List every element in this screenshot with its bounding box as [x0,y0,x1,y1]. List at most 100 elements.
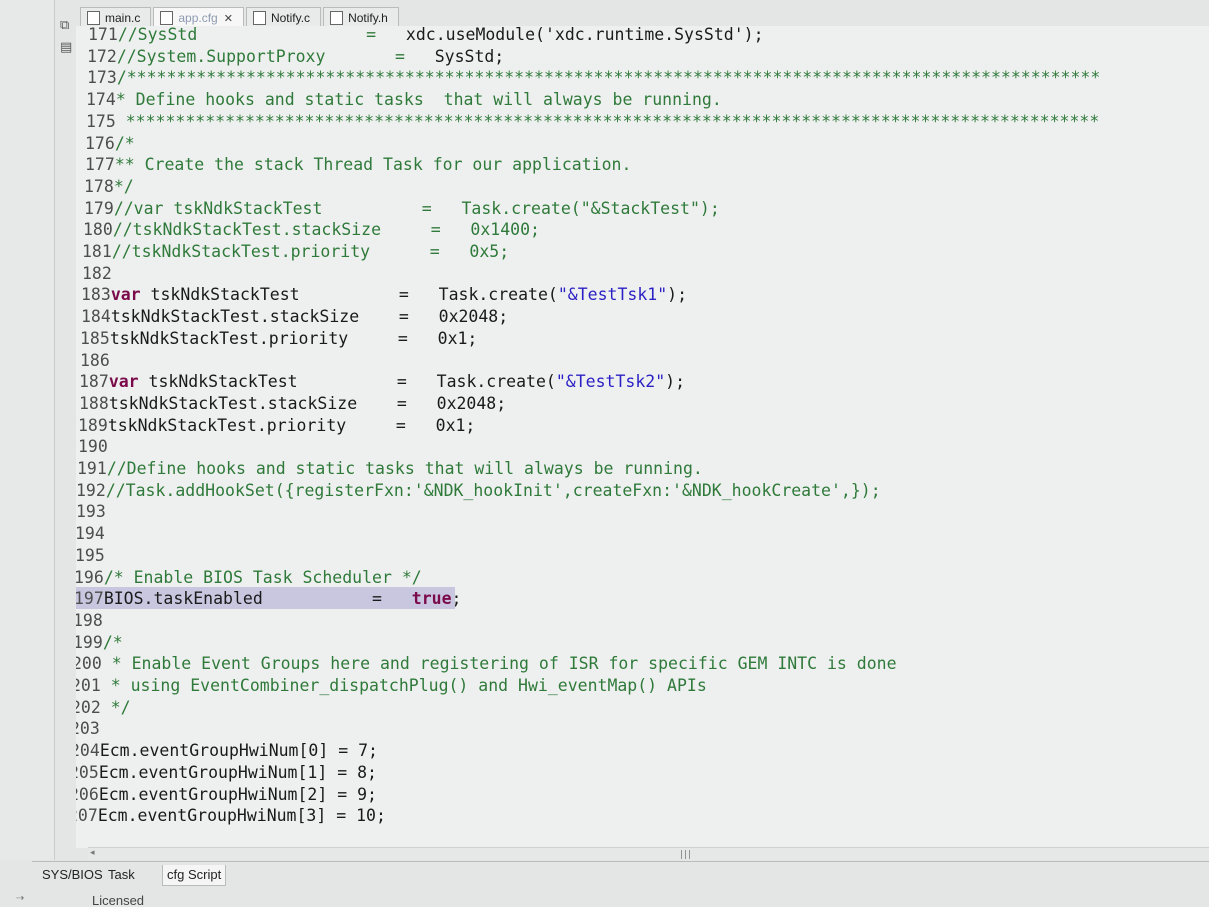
code-line[interactable]: 184tskNdkStackTest.stackSize = 0x2048; [81,306,508,328]
code-line[interactable]: 183var tskNdkStackTest = Task.create("&T… [81,284,687,306]
code-line[interactable]: 182 [82,263,112,285]
code-token: "&TestTsk2" [555,372,666,391]
line-number: 206 [76,785,99,804]
code-line[interactable]: 193 [76,501,106,523]
code-token: //tskNdkStackTest.stackSize = 0x1400; [112,220,540,239]
code-line[interactable]: 173/************************************… [87,67,1100,89]
bottom-tab-cfg-script[interactable]: cfg Script [162,865,227,886]
code-line[interactable]: 195 [76,545,105,567]
code-token: Ecm.eventGroupHwiNum[3] = 10; [97,806,386,825]
c-file-icon [87,11,100,25]
line-number: 203 [76,719,100,738]
line-number: 186 [80,351,110,370]
line-number: 187 [79,372,109,391]
tab-notify-c[interactable]: Notify.c [245,7,322,28]
line-number: 195 [76,546,105,565]
code-editor[interactable]: 171//SysStd = xdc.useModule('xdc.runtime… [76,26,1209,848]
code-token: /* [102,633,123,652]
line-number: 174 [86,90,116,109]
code-line[interactable]: 171//SysStd = xdc.useModule('xdc.runtime… [88,26,764,46]
bottom-tab-sys-bios[interactable]: SYS/BIOS [38,865,107,885]
code-line[interactable]: 188tskNdkStackTest.stackSize = 0x2048; [79,393,506,415]
code-token: xdc.useModule('xdc.runtime.SysStd'); [405,26,764,44]
scroll-left-arrow-icon[interactable]: ◂ [90,848,95,858]
code-line[interactable]: 192//Task.addHookSet({registerFxn:'&NDK_… [76,480,881,502]
code-token: * using EventCombiner_dispatchPlug() and… [100,676,707,695]
code-line[interactable]: 207Ecm.eventGroupHwiNum[3] = 10; [76,805,386,827]
code-line[interactable]: 186 [80,350,110,372]
code-line[interactable]: 181//tskNdkStackTest.priority = 0x5; [82,241,509,263]
code-line[interactable]: 206Ecm.eventGroupHwiNum[2] = 9; [76,784,377,806]
code-token: ); [665,372,686,391]
line-number: 184 [81,307,111,326]
code-line[interactable]: 177** Create the stack Thread Task for o… [85,154,631,176]
tab-main-c[interactable]: main.c [80,7,152,28]
code-token: //Define hooks and static tasks that wil… [106,459,703,478]
code-line[interactable]: 174* Define hooks and static tasks that … [86,89,722,111]
line-number: 185 [80,329,110,348]
code-line[interactable]: 203 [76,718,100,740]
code-token: * Define hooks and static tasks that wil… [115,90,722,109]
config-view-tabs: SYS/BIOS Task cfg Script [32,861,1209,888]
line-number: 205 [76,763,99,782]
code-line[interactable]: 201 * using EventCombiner_dispatchPlug()… [76,675,707,697]
line-number: 173 [87,68,117,87]
code-line[interactable]: 176/* [85,133,135,155]
restore-icon[interactable]: ⧉ [60,18,76,34]
line-number: 192 [76,481,106,500]
code-line[interactable]: 196/* Enable BIOS Task Scheduler */ [76,567,422,589]
code-token: */ [100,698,131,717]
tab-label: Notify.h [348,11,388,25]
code-line[interactable]: 199/* [76,632,123,654]
code-token: ); [667,285,688,304]
line-number: 177 [85,155,115,174]
bottom-tab-task[interactable]: Task [104,865,139,885]
code-line[interactable]: 185tskNdkStackTest.priority = 0x1; [80,328,477,350]
code-token: ****************************************… [115,112,1100,131]
tab-notify-h[interactable]: Notify.h [323,7,399,28]
code-line[interactable]: 205Ecm.eventGroupHwiNum[1] = 8; [76,762,377,784]
code-token: //SysStd = [117,26,406,44]
code-token: BIOS.taskEnabled = [103,589,412,608]
code-line[interactable]: 202 */ [76,697,131,719]
line-number: 178 [84,177,114,196]
line-number: 199 [76,633,103,652]
code-token: Ecm.eventGroupHwiNum[0] = 7; [99,741,378,760]
code-line[interactable]: 179//var tskNdkStackTest = Task.create("… [84,198,720,220]
code-token: SysStd; [434,47,505,66]
tab-app-cfg[interactable]: app.cfg ✕ [153,7,244,28]
code-token: //System.SupportProxy = [116,47,435,66]
code-line[interactable]: 197BIOS.taskEnabled = true; [76,588,461,610]
code-token: /* [114,134,135,153]
scrollbar-grip[interactable]: ||| [680,850,692,860]
horizontal-scrollbar[interactable]: ◂ ||| [88,847,1209,860]
code-line[interactable]: 198 [76,610,103,632]
code-line[interactable]: 172//System.SupportProxy = SysStd; [87,46,504,68]
code-line[interactable]: 178*/ [84,176,134,198]
code-line[interactable]: 175 ************************************… [86,111,1099,133]
line-number: 171 [88,26,118,44]
code-line[interactable]: 194 [76,523,105,545]
cfg-file-icon [160,11,174,25]
outline-icon[interactable]: ▤ [60,40,76,56]
code-line[interactable]: 191//Define hooks and static tasks that … [77,458,703,480]
code-line[interactable]: 190 [78,436,108,458]
close-tab-icon[interactable]: ✕ [224,12,233,25]
code-token: */ [113,177,134,196]
tab-label: Notify.c [270,11,311,25]
line-number: 196 [76,568,104,587]
code-line[interactable]: 204Ecm.eventGroupHwiNum[0] = 7; [76,740,378,762]
line-number: 197 [76,589,104,608]
code-token: tskNdkStackTest.stackSize = 0x2048; [110,307,509,326]
line-number: 183 [81,285,111,304]
code-line[interactable]: 189tskNdkStackTest.priority = 0x1; [78,415,475,437]
line-number: 188 [79,394,109,413]
code-line[interactable]: 200 * Enable Event Groups here and regis… [76,653,897,675]
code-line[interactable]: 180//tskNdkStackTest.stackSize = 0x1400; [83,219,540,241]
code-token: //Task.addHookSet({registerFxn:'&NDK_hoo… [105,481,881,500]
code-line[interactable]: 187var tskNdkStackTest = Task.create("&T… [79,371,685,393]
code-token: var [108,372,139,391]
tab-label: app.cfg [178,11,218,25]
code-token: tskNdkStackTest = Task.create( [140,285,558,304]
h-file-icon [330,11,344,25]
